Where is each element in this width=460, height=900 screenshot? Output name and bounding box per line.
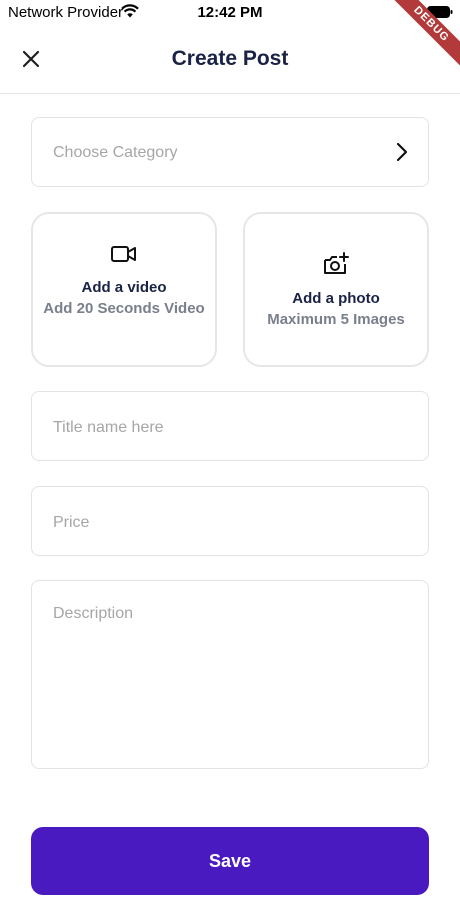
status-bar: Network Provider 12:42 PM <box>0 0 460 28</box>
video-camera-icon <box>111 246 136 262</box>
title-placeholder: Title name here <box>53 419 164 436</box>
description-placeholder: Description <box>53 605 134 622</box>
chevron-right-icon <box>396 142 408 162</box>
add-video-subtitle: Add 20 Seconds Video <box>43 300 205 317</box>
price-input[interactable]: Price <box>31 486 429 556</box>
add-video-button[interactable]: Add a video Add 20 Seconds Video <box>31 212 217 367</box>
app-bar: Create Post <box>0 28 460 94</box>
price-placeholder: Price <box>53 514 90 531</box>
status-time: 12:42 PM <box>197 4 263 21</box>
category-placeholder: Choose Category <box>53 144 178 161</box>
add-photo-button[interactable]: Add a photo Maximum 5 Images <box>243 212 429 367</box>
description-input[interactable]: Description <box>31 580 429 769</box>
title-input[interactable]: Title name here <box>31 391 429 461</box>
battery-icon <box>427 6 453 18</box>
add-video-title: Add a video <box>81 279 167 296</box>
add-photo-title: Add a photo <box>292 290 380 307</box>
page-title: Create Post <box>171 47 289 70</box>
add-photo-subtitle: Maximum 5 Images <box>267 311 405 328</box>
choose-category-select[interactable]: Choose Category <box>31 117 429 187</box>
camera-add-icon <box>324 252 349 274</box>
save-button[interactable]: Save <box>31 827 429 895</box>
